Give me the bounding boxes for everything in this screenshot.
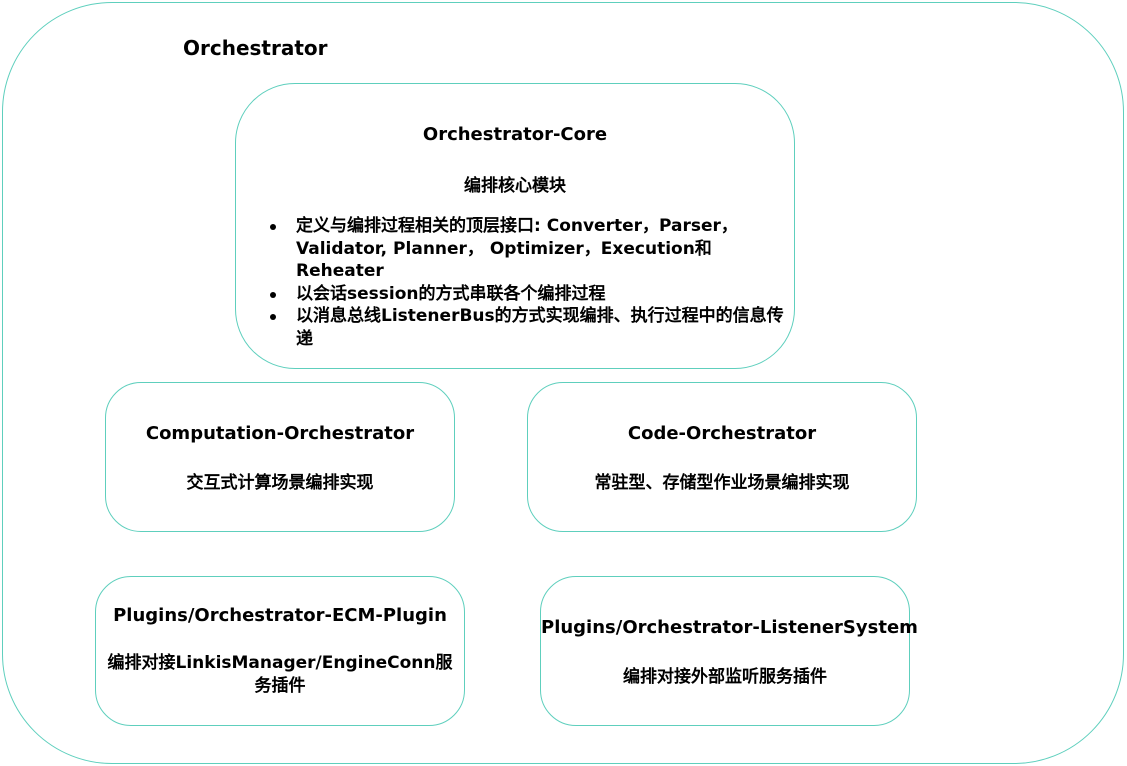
core-bullet-text: 以消息总线ListenerBus的方式实现编排、执行过程中的信息传递 bbox=[296, 306, 784, 349]
computation-title: Computation-Orchestrator bbox=[145, 423, 415, 444]
orchestrator-title: Orchestrator bbox=[183, 36, 328, 60]
core-bullet: 定义与编排过程相关的顶层接口: Converter，Parser，Validat… bbox=[266, 215, 788, 283]
core-bullet-list: 定义与编排过程相关的顶层接口: Converter，Parser，Validat… bbox=[266, 215, 788, 350]
listener-system-subtitle: 编排对接外部监听服务插件 bbox=[623, 667, 827, 687]
ecm-plugin-subtitle: 编排对接LinkisManager/EngineConn服务插件 bbox=[107, 653, 453, 696]
code-title: Code-Orchestrator bbox=[627, 423, 817, 444]
bullet-dot-icon bbox=[270, 291, 276, 298]
bullet-dot-icon bbox=[270, 314, 276, 320]
bullet-dot-icon bbox=[270, 224, 276, 230]
code-subtitle: 常驻型、存储型作业场景编排实现 bbox=[594, 473, 850, 493]
core-title: Orchestrator-Core bbox=[422, 124, 608, 145]
core-bullet: 以消息总线ListenerBus的方式实现编排、执行过程中的信息传递 bbox=[266, 305, 788, 350]
core-bullet-text: 以会话session的方式串联各个编排过程 bbox=[296, 283, 606, 304]
listener-system-title: Plugins/Orchestrator-ListenerSystem bbox=[541, 617, 918, 638]
core-bullet: 以会话session的方式串联各个编排过程 bbox=[266, 283, 788, 306]
ecm-plugin-box: Plugins/Orchestrator-ECM-Plugin 编排对接Link… bbox=[95, 576, 465, 726]
computation-subtitle: 交互式计算场景编排实现 bbox=[186, 473, 374, 493]
listener-system-box: Plugins/Orchestrator-ListenerSystem 编排对接… bbox=[540, 576, 918, 726]
code-orchestrator-box: Code-Orchestrator 常驻型、存储型作业场景编排实现 bbox=[527, 382, 917, 532]
ecm-plugin-title: Plugins/Orchestrator-ECM-Plugin bbox=[113, 605, 447, 626]
core-bullet-text: 定义与编排过程相关的顶层接口: Converter，Parser，Validat… bbox=[296, 216, 738, 281]
core-subtitle: 编排核心模块 bbox=[464, 176, 566, 196]
computation-orchestrator-box: Computation-Orchestrator 交互式计算场景编排实现 bbox=[105, 382, 455, 532]
orchestrator-core-box: Orchestrator-Core 编排核心模块 定义与编排过程相关的顶层接口:… bbox=[235, 83, 795, 369]
